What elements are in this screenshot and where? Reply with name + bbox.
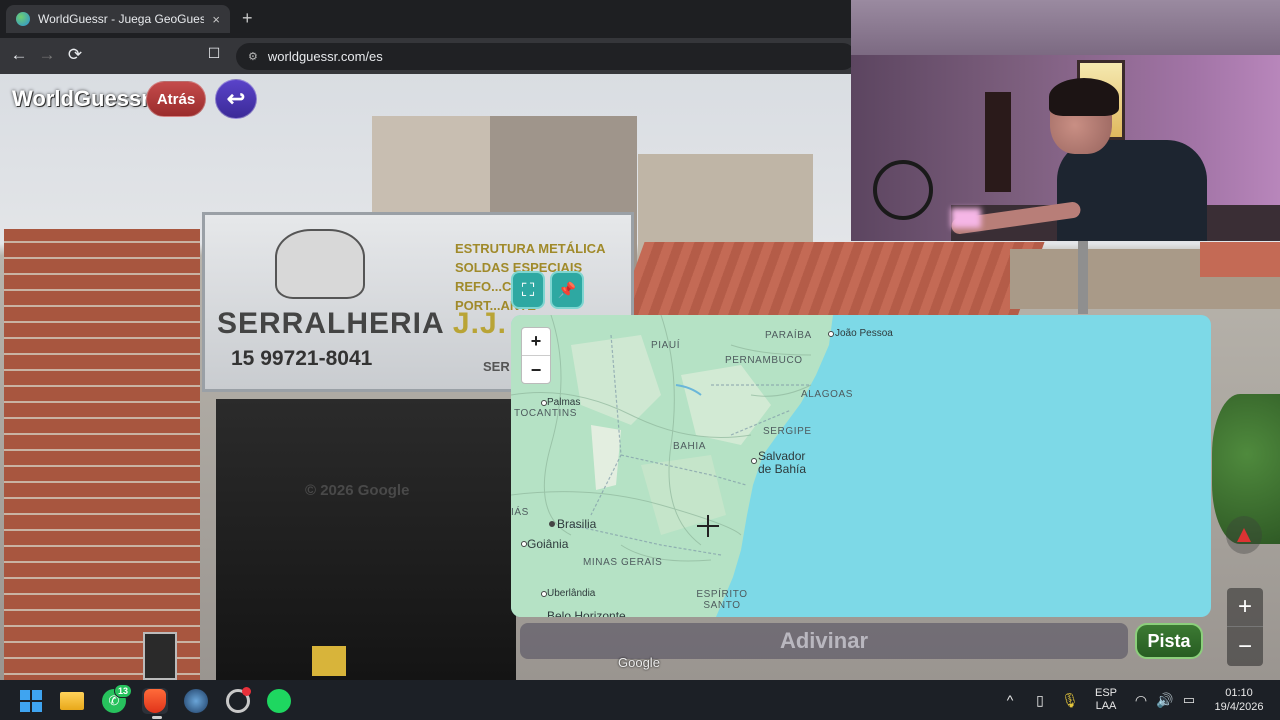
return-to-start-button[interactable]: ↩ [215,79,257,119]
address-bar[interactable]: ⚙ worldguessr.com/es [236,43,856,70]
streetview-zoom-out-button[interactable]: − [1227,627,1263,666]
clock[interactable]: 01:10 19/4/2026 [1204,680,1274,720]
sign-fragment: SER [483,359,510,374]
map-zoom-in-button[interactable]: + [522,328,550,356]
map-region-label: SERGIPE [763,426,812,437]
copyright-watermark: © 2026 Google [305,482,410,499]
active-app-indicator [152,716,162,719]
bicycle-wheel [873,160,933,220]
reload-icon[interactable]: ⟳ [64,45,86,65]
compass-needle [1237,528,1251,542]
clock-time: 01:10 [1225,687,1253,699]
map-region-label: ALAGOAS [801,389,853,400]
expand-icon: ⛶ [521,279,535,300]
sign-service-line: ESTRUTURA METÁLICA [455,241,606,256]
guess-map[interactable]: + − PARAÍBA PIAUÍ PERNAMBUCO ALAGOAS TOC… [511,315,1211,617]
clock-date: 19/4/2026 [1214,701,1264,713]
brave-browser-icon[interactable] [142,688,168,714]
pin-map-button[interactable]: 📌 [550,271,584,309]
sign-phone: 15 99721-8041 [231,347,373,370]
url-text: worldguessr.com/es [267,49,383,64]
language-indicator[interactable]: ESP LAA [1090,680,1122,720]
utility-pole [1078,239,1088,314]
new-tab-button[interactable]: + [242,8,253,28]
keyboard-glow [951,208,981,228]
map-region-label: ESPÍRITO SANTO [696,589,748,611]
language-line-1: ESP [1094,687,1117,699]
city-label: Palmas [547,397,581,408]
webcam-door [985,92,1011,192]
site-settings-icon[interactable]: ⚙ [248,50,258,63]
map-zoom-out-button[interactable]: − [522,356,550,384]
compass-icon[interactable] [1226,516,1262,554]
map-crosshair-cursor-icon [697,515,719,537]
forward-arrow-icon[interactable]: → [36,45,58,65]
back-arrow-icon[interactable]: ← [8,45,30,65]
usb-icon[interactable]: ▯ [1030,680,1050,720]
map-region-label: IÁS [511,507,529,518]
city-label: Salvador [758,449,806,463]
pin-icon: 📌 [557,282,577,299]
worldguessr-logo: WorldGuessr [12,86,150,111]
close-tab-icon[interactable]: × [212,12,220,27]
city-label: Brasilia [557,517,597,531]
spotify-icon[interactable] [266,688,292,714]
city-marker [828,331,834,337]
map-region-label: PIAUÍ [651,340,681,351]
bookmark-icon[interactable]: ☐ [203,45,225,62]
roof [1200,242,1280,277]
webcam-overlay [851,0,1280,241]
person-hair [1049,78,1119,116]
battery-icon[interactable]: ▭ [1178,680,1200,720]
map-region-label: BAHIA [673,441,707,452]
browser-tab[interactable]: WorldGuessr - Juega GeoGuessr × [6,5,230,33]
globe-favicon-icon [16,12,30,26]
expand-map-button[interactable]: ⛶ [511,271,545,309]
capital-marker [549,521,555,527]
whatsapp-unread-badge: 13 [114,684,132,698]
garage-opening [216,399,516,680]
guess-button[interactable]: Adivinar [520,623,1128,659]
volume-icon[interactable]: 🔊 [1154,680,1176,720]
file-explorer-icon[interactable] [59,688,85,714]
city-label: de Bahía [758,462,807,476]
steam-icon[interactable] [183,688,209,714]
back-button[interactable]: Atrás [146,81,206,117]
city-label: Uberlândia [547,588,596,599]
windows-taskbar: ✆ [0,680,1280,720]
windows-start-icon[interactable] [18,688,44,714]
map-region-label: TOCANTINS [514,408,577,419]
streetview-zoom-control: + − [1227,588,1263,666]
map-land-shape [511,315,833,617]
electric-meter [143,632,177,680]
brick-wall [4,229,200,680]
mascot-illustration-icon [275,229,365,299]
screen: WorldGuessr - Juega GeoGuessr × + ← → ⟳ … [0,0,1280,720]
tile-roof [615,242,1045,322]
map-region-label: PERNAMBUCO [725,355,803,366]
city-label: João Pessoa [835,328,893,339]
google-logo: Google [618,655,660,670]
city-marker [751,458,757,464]
sign-brand-text: SERRALHERIA [217,307,444,340]
map-region-label: MINAS GERAIS [583,557,663,568]
return-arrow-icon: ↩ [226,86,246,111]
streetview-zoom-in-button[interactable]: + [1227,588,1263,627]
webcam-ceiling [851,0,1280,55]
hint-button[interactable]: Pista [1135,623,1203,659]
microphone-icon[interactable]: 🎙 [1060,680,1080,720]
map-region-label: PARAÍBA [765,330,812,341]
tray-overflow-chevron-icon[interactable]: ^ [1000,680,1020,720]
city-label: Belo Horizonte [547,609,626,617]
person-body [1057,140,1207,241]
notification-dot [242,687,251,696]
city-label: Goiânia [527,537,569,551]
tab-title: WorldGuessr - Juega GeoGuessr [38,12,205,26]
yellow-sign [312,646,346,676]
language-line-2: LAA [1095,700,1117,712]
wifi-icon[interactable]: ◠ [1130,680,1152,720]
map-zoom-control: + − [521,327,551,384]
